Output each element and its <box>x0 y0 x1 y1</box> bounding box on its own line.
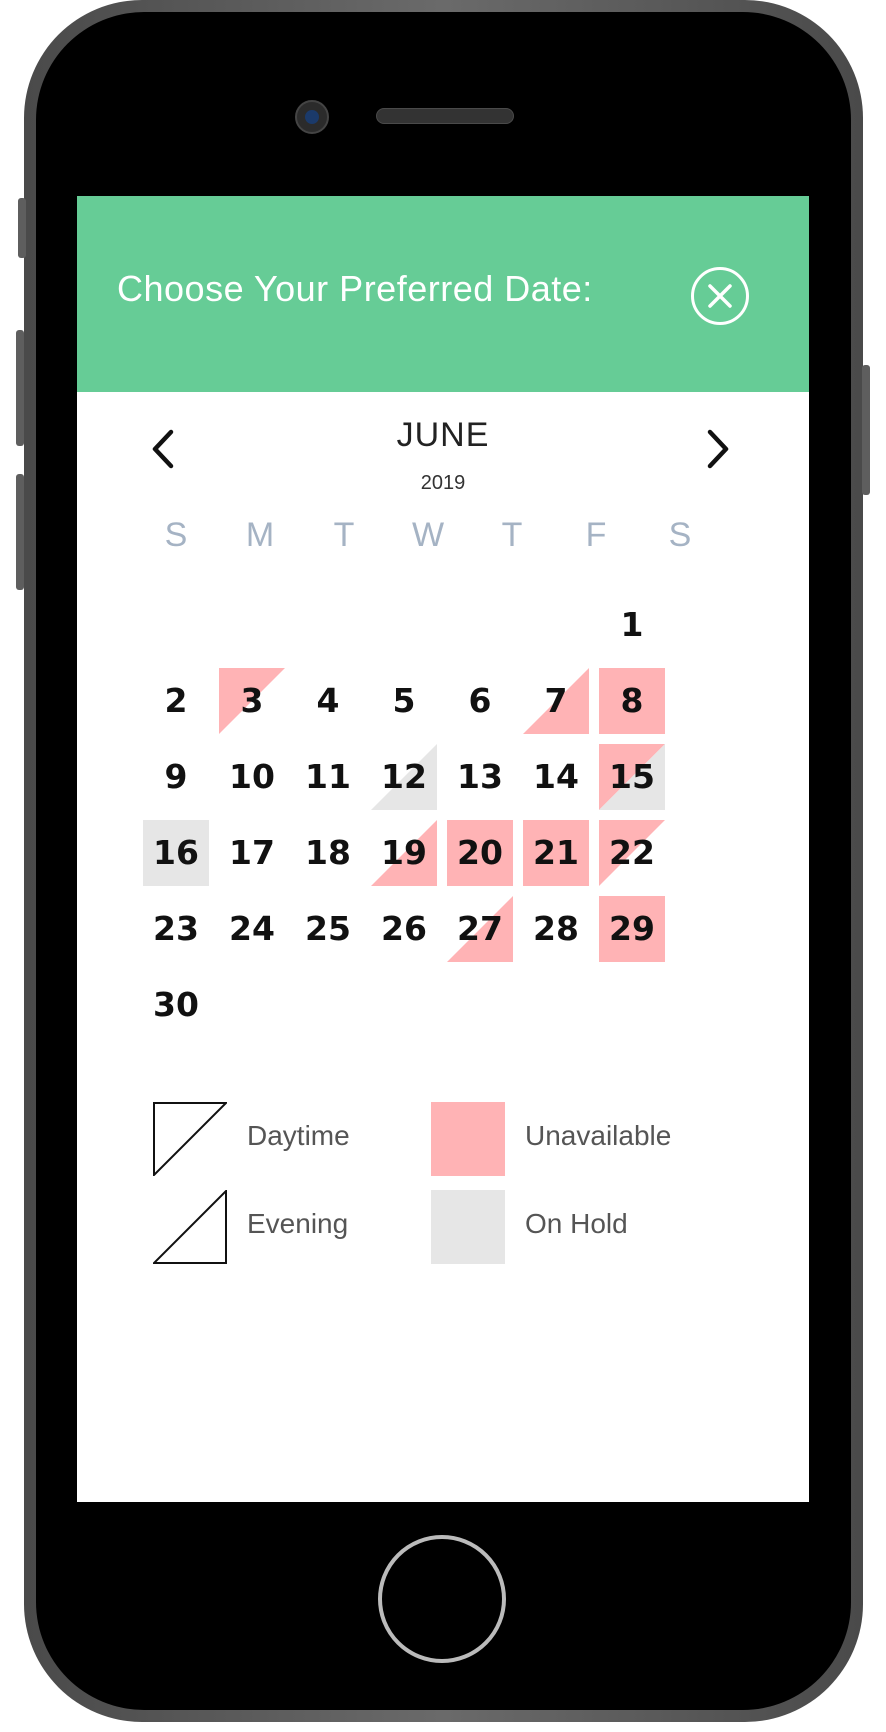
day-cell-14[interactable]: 14 <box>519 740 593 814</box>
day-number: 30 <box>153 985 199 1024</box>
weekday-fri: F <box>585 516 607 554</box>
day-cell-19[interactable]: 19 <box>367 816 441 890</box>
weekday-thu: T <box>501 516 523 554</box>
day-cell-3[interactable]: 3 <box>215 664 289 738</box>
day-number: 17 <box>229 833 275 872</box>
home-button[interactable] <box>378 1535 506 1663</box>
day-cell-10[interactable]: 10 <box>215 740 289 814</box>
day-cell-23[interactable]: 23 <box>139 892 213 966</box>
header-title: Choose Your Preferred Date: <box>117 268 593 309</box>
day-cell-2[interactable]: 2 <box>139 664 213 738</box>
day-number: 7 <box>544 681 568 720</box>
day-cell-1[interactable]: 1 <box>595 588 669 662</box>
unavailable-legend-swatch <box>431 1102 505 1176</box>
daytime-legend-icon <box>153 1102 229 1178</box>
day-cell-15[interactable]: 15 <box>595 740 669 814</box>
day-number: 22 <box>609 833 655 872</box>
year-label: 2019 <box>420 472 466 494</box>
earpiece-speaker <box>376 108 514 124</box>
day-number: 28 <box>533 909 579 948</box>
day-number: 20 <box>457 833 503 872</box>
day-cell-29[interactable]: 29 <box>595 892 669 966</box>
volume-up-button <box>16 330 24 446</box>
day-cell-7[interactable]: 7 <box>519 664 593 738</box>
day-cell-24[interactable]: 24 <box>215 892 289 966</box>
day-number: 25 <box>305 909 351 948</box>
on-hold-legend-label: On Hold <box>525 1208 628 1239</box>
day-number: 29 <box>609 909 655 948</box>
day-cell-27[interactable]: 27 <box>443 892 517 966</box>
day-number: 5 <box>392 681 416 720</box>
evening-legend-label: Evening <box>247 1208 349 1239</box>
day-cell-16[interactable]: 16 <box>139 816 213 890</box>
close-icon <box>708 284 732 308</box>
front-camera-icon <box>295 100 329 134</box>
day-number: 11 <box>305 757 351 796</box>
day-number: 26 <box>381 909 427 948</box>
day-cell-8[interactable]: 8 <box>595 664 669 738</box>
day-number: 21 <box>533 833 579 872</box>
weekday-tue: T <box>333 516 355 554</box>
day-number: 10 <box>229 757 275 796</box>
day-number: 18 <box>305 833 351 872</box>
day-number: 2 <box>164 681 188 720</box>
day-number: 15 <box>609 757 655 796</box>
mute-switch <box>18 198 26 258</box>
day-number: 24 <box>229 909 275 948</box>
day-number: 8 <box>620 681 644 720</box>
day-cell-9[interactable]: 9 <box>139 740 213 814</box>
day-number: 23 <box>153 909 199 948</box>
day-number: 12 <box>381 757 427 796</box>
daytime-legend-label: Daytime <box>247 1120 350 1151</box>
day-cell-21[interactable]: 21 <box>519 816 593 890</box>
month-label: JUNE <box>396 416 490 454</box>
day-cell-12[interactable]: 12 <box>367 740 441 814</box>
day-cell-17[interactable]: 17 <box>215 816 289 890</box>
day-cell-22[interactable]: 22 <box>595 816 669 890</box>
volume-down-button <box>16 474 24 590</box>
screen: Choose Your Preferred Date: JUNE 2019 S … <box>77 196 809 1502</box>
day-number: 4 <box>316 681 340 720</box>
evening-legend-icon <box>151 1188 227 1264</box>
day-cell-4[interactable]: 4 <box>291 664 365 738</box>
day-number: 19 <box>381 833 427 872</box>
day-number: 9 <box>164 757 188 796</box>
weekday-sat: S <box>668 516 692 554</box>
weekday-mon: M <box>245 516 275 554</box>
day-cell-25[interactable]: 25 <box>291 892 365 966</box>
day-cell-13[interactable]: 13 <box>443 740 517 814</box>
day-number: 6 <box>468 681 492 720</box>
day-number: 16 <box>153 833 199 872</box>
on-hold-legend-swatch <box>431 1190 505 1264</box>
day-cell-18[interactable]: 18 <box>291 816 365 890</box>
close-button[interactable] <box>691 267 749 325</box>
day-number: 13 <box>457 757 503 796</box>
weekday-wed: W <box>411 516 445 554</box>
day-number: 3 <box>240 681 264 720</box>
power-button <box>862 365 870 495</box>
day-cell-26[interactable]: 26 <box>367 892 441 966</box>
day-cell-11[interactable]: 11 <box>291 740 365 814</box>
weekday-sun: S <box>164 516 188 554</box>
day-cell-6[interactable]: 6 <box>443 664 517 738</box>
day-number: 27 <box>457 909 503 948</box>
day-number: 1 <box>620 605 644 644</box>
unavailable-legend-label: Unavailable <box>525 1120 672 1151</box>
header-bar: Choose Your Preferred Date: <box>77 196 809 392</box>
day-number: 14 <box>533 757 579 796</box>
day-cell-5[interactable]: 5 <box>367 664 441 738</box>
day-cell-20[interactable]: 20 <box>443 816 517 890</box>
day-cell-30[interactable]: 30 <box>139 968 213 1042</box>
day-cell-28[interactable]: 28 <box>519 892 593 966</box>
